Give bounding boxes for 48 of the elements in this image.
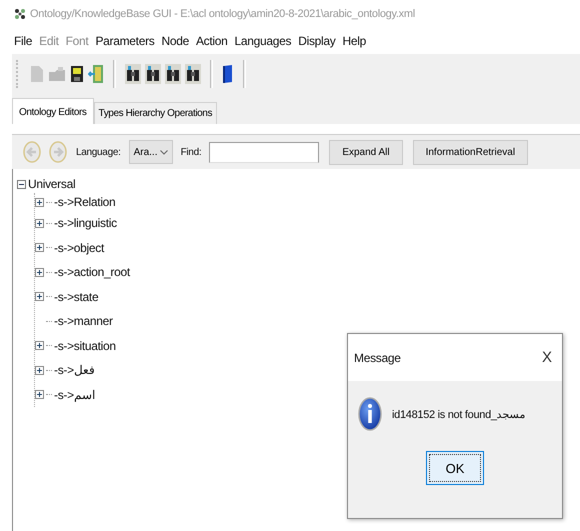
save-icon[interactable]	[70, 65, 84, 83]
tree-item[interactable]: -s->object	[54, 240, 104, 255]
menu-item[interactable]: File	[14, 34, 32, 48]
expand-icon[interactable]	[35, 268, 44, 277]
tree-item[interactable]: -s->Relation	[54, 195, 116, 209]
expand-icon[interactable]	[35, 218, 44, 228]
menu-item[interactable]: Parameters	[95, 34, 154, 48]
language-dropdown[interactable]: Ara...	[128, 140, 173, 164]
tree-item[interactable]: -s->اسم	[54, 388, 95, 402]
app-logo-icon	[14, 8, 26, 20]
expand-icon[interactable]	[35, 198, 44, 206]
binoculars-icon[interactable]	[125, 64, 141, 84]
tree-item[interactable]: -s->manner	[54, 314, 113, 328]
binoculars-icon[interactable]	[145, 64, 161, 84]
menu-item[interactable]: Node	[161, 34, 189, 48]
menu-item[interactable]: Help	[342, 34, 366, 48]
menu-item[interactable]: Display	[298, 34, 336, 48]
tree-item[interactable]: -s->فعل	[54, 363, 95, 378]
find-field[interactable]	[209, 142, 320, 162]
dialog-message: id148152 is not found_مسجد	[392, 408, 526, 420]
close-button[interactable]: X	[540, 349, 554, 366]
window-title: Ontology/KnowledgeBase GUI - E:\acl ontology\amin20-8-2021\arabic_ontology.xml	[30, 8, 415, 20]
tab[interactable]: Ontology Editors	[12, 98, 94, 124]
toolbar-button[interactable]: Expand All	[329, 140, 403, 164]
chevron-down-icon	[160, 150, 168, 154]
book-icon[interactable]	[222, 64, 234, 84]
expand-icon[interactable]	[35, 243, 44, 252]
tree-item[interactable]: Universal	[28, 177, 76, 191]
menu-item[interactable]: Languages	[234, 34, 292, 48]
language-label: Language:	[76, 146, 121, 158]
find-label: Find:	[180, 146, 202, 158]
binoculars-icon[interactable]	[165, 64, 181, 84]
menu-item[interactable]: Action	[196, 34, 228, 48]
tab[interactable]: Types Hierarchy Operations	[94, 102, 218, 124]
ok-button[interactable]: OK	[426, 451, 484, 485]
expand-icon[interactable]	[35, 366, 44, 375]
binoculars-icon[interactable]	[185, 64, 201, 84]
expand-icon[interactable]	[35, 341, 44, 350]
tree-item[interactable]: -s->state	[54, 290, 98, 304]
tree-item[interactable]: -s->action_root	[54, 265, 130, 280]
expand-icon[interactable]	[35, 292, 44, 302]
expand-icon[interactable]	[35, 390, 44, 400]
collapse-icon[interactable]	[17, 180, 26, 188]
dialog-title: Message	[354, 350, 401, 364]
info-icon	[358, 397, 382, 431]
toolbar-button[interactable]: InformationRetrieval	[412, 140, 528, 164]
tree-item[interactable]: -s->linguistic	[54, 216, 117, 230]
tree-item[interactable]: -s->situation	[54, 338, 116, 353]
